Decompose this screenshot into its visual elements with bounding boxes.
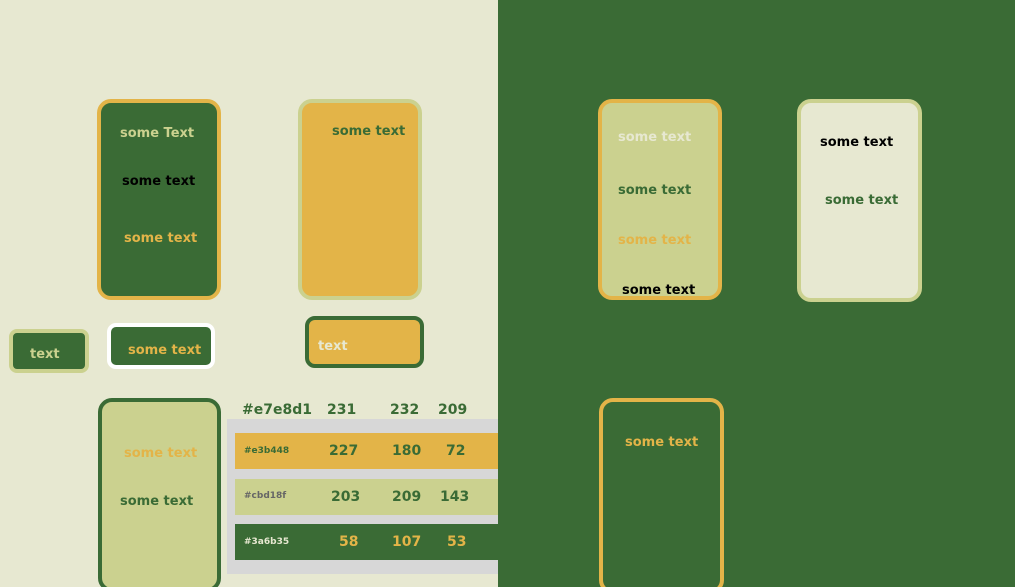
- card-text-black: some text: [122, 174, 196, 189]
- dark-theme-panel: some text some text some text some text …: [498, 0, 1015, 587]
- card-text-mustard: some text: [618, 233, 692, 248]
- palette-row-g: 107: [392, 534, 422, 550]
- card-text-green: some text: [618, 183, 692, 198]
- card-text-mustard: some text: [625, 435, 699, 450]
- palette-row-mustard: #e3b448 227 180 72: [235, 433, 498, 469]
- pill-label: text: [318, 339, 348, 354]
- palette-row-b: 72: [446, 443, 466, 459]
- palette-row-r: 203: [331, 489, 361, 505]
- palette-row-hex: #3a6b35: [244, 537, 290, 547]
- palette-row-r: 58: [339, 534, 359, 550]
- card-text-black: some text: [622, 283, 696, 298]
- palette-row-b: 143: [440, 489, 470, 505]
- mustard-pill-green-border[interactable]: text: [305, 316, 424, 368]
- palette-row-sage: #cbd18f 203 209 143: [235, 479, 498, 515]
- palette-row-b: 53: [447, 534, 467, 550]
- green-card-mustard-border: some text: [599, 398, 724, 587]
- palette-row-hex: #cbd18f: [244, 491, 287, 501]
- palette-row-hex: #e3b448: [244, 446, 290, 456]
- mustard-card-sage-border: some text: [298, 99, 422, 300]
- card-text-sage: some Text: [120, 126, 195, 141]
- palette-header-r: 231: [327, 402, 357, 418]
- palette-header-g: 232: [390, 402, 420, 418]
- green-card-mustard-border: some Text some text some text: [97, 99, 221, 300]
- card-text-green: some text: [825, 193, 899, 208]
- card-text-mustard: some text: [124, 446, 198, 461]
- card-text-green: some text: [120, 494, 194, 509]
- card-text-cream: some text: [618, 130, 692, 145]
- sage-card-green-border: some text some text: [98, 398, 221, 587]
- palette-header-hex: #e7e8d1: [242, 402, 312, 418]
- palette-header-b: 209: [438, 402, 468, 418]
- palette-row-g: 209: [392, 489, 422, 505]
- palette-row-g: 180: [392, 443, 422, 459]
- green-pill-white-border[interactable]: some text: [107, 323, 215, 369]
- cream-card-sage-border: some text some text: [797, 99, 922, 302]
- card-text-black: some text: [820, 135, 894, 150]
- green-pill-sage-border[interactable]: text: [9, 329, 89, 373]
- sage-card-mustard-border: some text some text some text some text: [598, 99, 722, 300]
- palette-row-green: #3a6b35 58 107 53: [235, 524, 498, 560]
- card-text-mustard: some text: [124, 231, 198, 246]
- pill-label: some text: [128, 343, 202, 358]
- light-theme-panel: some Text some text some text some text …: [0, 0, 498, 587]
- pill-label: text: [30, 347, 60, 362]
- card-text-green: some text: [332, 124, 406, 139]
- palette-row-r: 227: [329, 443, 359, 459]
